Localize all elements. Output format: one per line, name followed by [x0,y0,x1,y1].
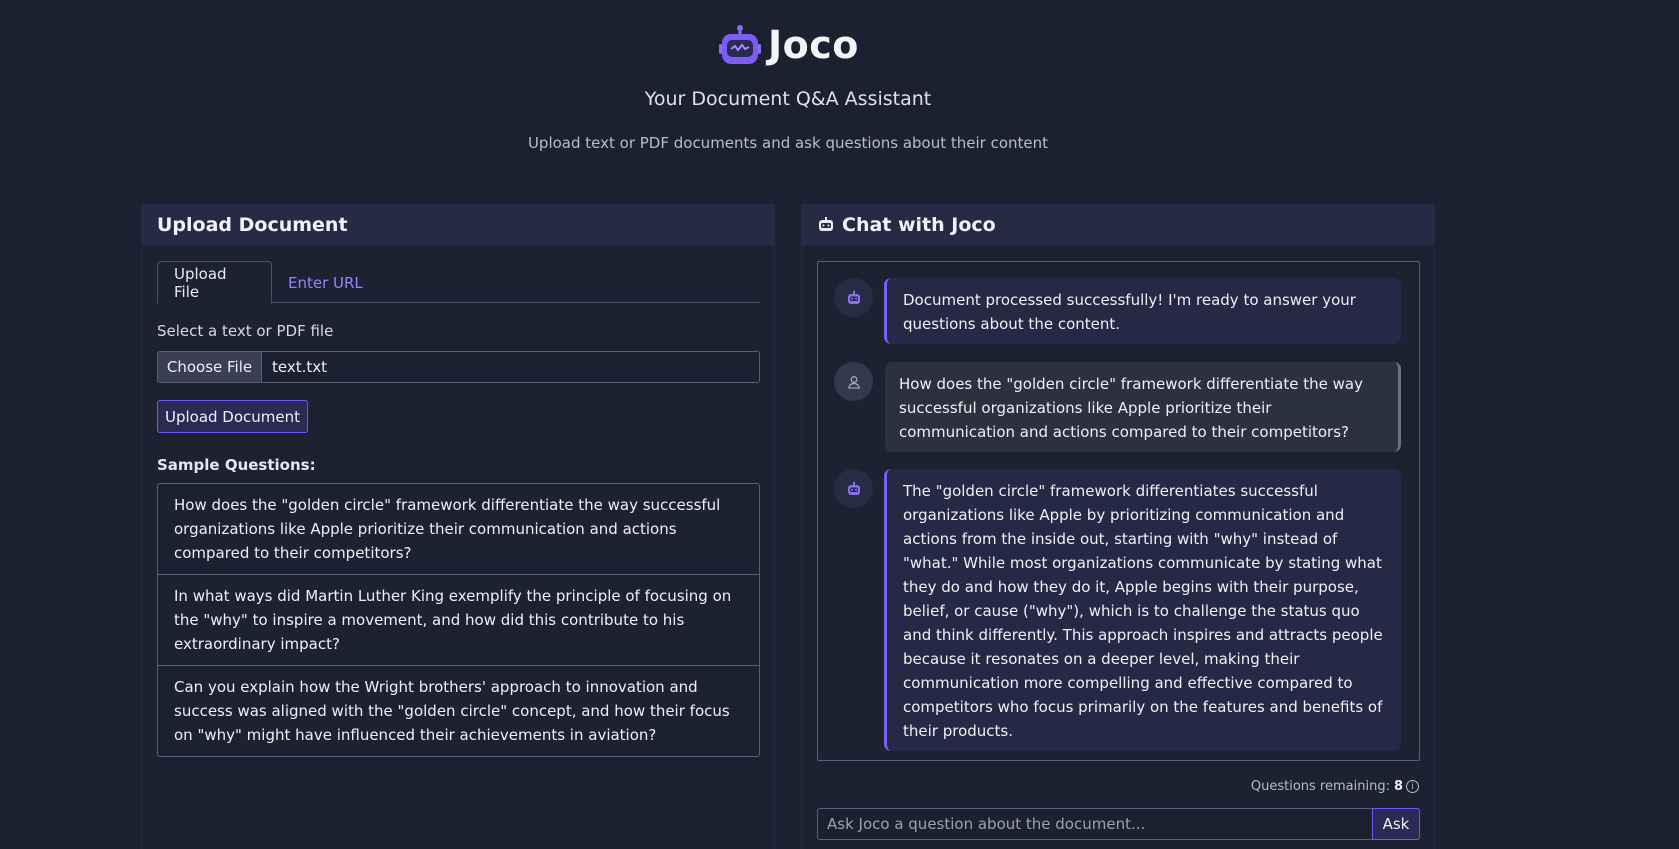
chat-message-bot: Document processed successfully! I'm rea… [834,278,1401,344]
robot-logo-icon [719,25,761,64]
sample-question[interactable]: How does the "golden circle" framework d… [158,484,759,575]
questions-remaining-count: 8 [1393,779,1403,794]
brand-name: Joco [768,23,859,67]
subtitle: Upload text or PDF documents and ask que… [527,134,1049,152]
upload-tabs: Upload File Enter URL [157,261,760,304]
robot-icon [819,216,833,231]
tab-enter-url[interactable]: Enter URL [272,261,379,304]
tagline: Your Document Q&A Assistant [644,88,932,110]
file-input[interactable]: Choose File text.txt [157,351,760,383]
choose-file-button[interactable]: Choose File [158,352,262,382]
message-bubble: How does the "golden circle" framework d… [885,362,1401,452]
sample-question[interactable]: In what ways did Martin Luther King exem… [158,575,759,666]
chat-panel-title: Chat with Joco [842,213,996,236]
info-icon[interactable]: i [1406,780,1419,793]
upload-panel: Upload Document Upload File Enter URL Se… [141,204,775,849]
file-select-label: Select a text or PDF file [157,322,334,340]
question-input[interactable] [817,808,1372,840]
tab-upload-file[interactable]: Upload File [157,261,272,304]
bot-avatar [834,469,873,508]
message-bubble: The "golden circle" framework differenti… [884,469,1401,751]
upload-panel-header: Upload Document [142,204,774,245]
chat-message-bot: The "golden circle" framework differenti… [834,469,1401,751]
upload-panel-title: Upload Document [157,213,348,236]
questions-remaining: Questions remaining: 8 i [1251,779,1419,794]
ask-button[interactable]: Ask [1372,808,1420,840]
sample-questions-title: Sample Questions: [157,456,316,474]
chat-message-user: How does the "golden circle" framework d… [834,362,1401,452]
user-icon [847,375,860,389]
questions-remaining-label: Questions remaining: [1250,779,1390,794]
user-avatar [834,362,873,401]
sample-questions-list: How does the "golden circle" framework d… [157,483,760,757]
robot-icon [847,290,860,304]
sample-question[interactable]: Can you explain how the Wright brothers'… [158,666,759,756]
chat-panel-header: Chat with Joco [802,204,1434,245]
selected-file-name: text.txt [262,352,759,382]
upload-document-button[interactable]: Upload Document [157,400,308,433]
robot-icon [847,481,860,495]
bot-avatar [834,278,873,317]
chat-messages[interactable]: Document processed successfully! I'm rea… [817,261,1420,761]
brand: Joco [718,22,859,68]
ask-form: Ask [817,808,1420,840]
chat-panel: Chat with Joco Document processed succes… [801,204,1435,849]
message-bubble: Document processed successfully! I'm rea… [884,278,1401,344]
